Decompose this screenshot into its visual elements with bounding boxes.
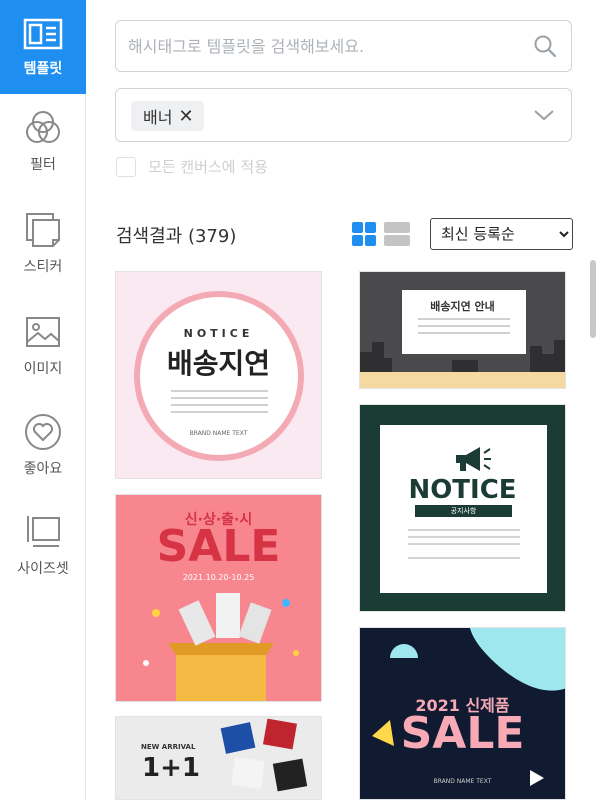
results-title: 검색결과 (379) xyxy=(116,226,237,247)
close-icon[interactable]: ✕ xyxy=(178,106,193,127)
heart-icon xyxy=(25,414,61,450)
card-notice-text: NOTICE xyxy=(183,327,254,340)
sidebar-item-label: 사이즈셋 xyxy=(17,561,69,577)
sidebar-item-label: 스티커 xyxy=(23,259,63,275)
card-title: SALE xyxy=(400,708,525,759)
sort-select[interactable]: 최신 등록순 xyxy=(430,218,573,250)
tshirts-illustration xyxy=(220,718,308,792)
chevron-down-icon[interactable] xyxy=(533,107,555,123)
search-input[interactable] xyxy=(128,33,518,59)
sidebar-item-filter[interactable]: 필터 xyxy=(0,108,86,174)
category-select[interactable]: 배너 ✕ xyxy=(115,88,572,142)
sidebar-item-template[interactable]: 템플릿 xyxy=(0,0,86,94)
list-view-icon[interactable] xyxy=(384,222,410,246)
card-title: NOTICE xyxy=(408,475,517,505)
apply-all-checkbox[interactable] xyxy=(116,156,136,177)
apply-all-row: 모든 캔버스에 적용 xyxy=(116,156,268,177)
sticker-icon xyxy=(26,213,60,247)
filter-icon xyxy=(26,111,60,143)
image-icon xyxy=(26,317,60,347)
size-icon xyxy=(27,516,60,547)
filter-chip: 배너 ✕ xyxy=(131,101,204,131)
search-icon[interactable] xyxy=(533,34,557,58)
view-toggle xyxy=(352,222,410,246)
sidebar-item-sizeset[interactable]: 사이즈셋 xyxy=(0,512,86,578)
template-icon xyxy=(23,18,63,50)
template-card-notice[interactable]: NOTICE 공지사항 xyxy=(359,404,566,612)
card-subtitle: 공지사항 xyxy=(415,505,512,517)
template-card-one-plus-one[interactable]: NEW ARRIVAL 1+1 xyxy=(115,716,322,800)
sidebar-item-label: 필터 xyxy=(30,157,56,173)
sidebar-item-sticker[interactable]: 스티커 xyxy=(0,210,86,276)
card-body-lines xyxy=(171,390,268,413)
card-brand-text: BRAND NAME TEXT xyxy=(433,778,492,785)
apply-all-label: 모든 캔버스에 적용 xyxy=(148,158,268,176)
gift-box-illustration xyxy=(143,593,299,701)
template-card-shipping-notice[interactable]: 배송지연 안내 xyxy=(359,271,566,389)
card-title: 배송지연 안내 xyxy=(430,300,495,313)
sidebar: 템플릿 필터 스티커 이미지 좋아요 사이즈셋 xyxy=(0,0,86,800)
card-title: 1+1 xyxy=(142,753,200,783)
template-card-shipping-delay[interactable]: NOTICE 배송지연 BRAND NAME TEXT xyxy=(115,271,322,479)
sidebar-item-label: 템플릿 xyxy=(23,61,63,77)
card-brand-text: BRAND NAME TEXT xyxy=(189,430,248,437)
card-title: SALE xyxy=(156,521,281,572)
card-date: 2021.10.20-10.25 xyxy=(182,573,255,582)
grid-view-icon[interactable] xyxy=(352,222,376,246)
sidebar-item-label: 이미지 xyxy=(23,361,63,377)
card-small-text: NEW ARRIVAL xyxy=(141,743,196,751)
card-body-lines xyxy=(408,529,520,559)
search-box xyxy=(115,20,572,72)
template-card-2021-sale[interactable]: 2021 신제품 SALE BRAND NAME TEXT xyxy=(359,627,566,800)
filter-chip-label: 배너 xyxy=(143,108,173,127)
card-title: 배송지연 xyxy=(166,347,271,380)
sidebar-item-label: 좋아요 xyxy=(23,461,63,477)
sidebar-item-image[interactable]: 이미지 xyxy=(0,312,86,378)
scrollbar-thumb[interactable] xyxy=(590,260,596,338)
card-body-lines xyxy=(418,318,510,334)
megaphone-icon xyxy=(456,447,491,471)
sidebar-item-likes[interactable]: 좋아요 xyxy=(0,412,86,478)
template-card-new-sale[interactable]: 신·상·출·시 SALE 2021.10.20-10.25 xyxy=(115,494,322,702)
